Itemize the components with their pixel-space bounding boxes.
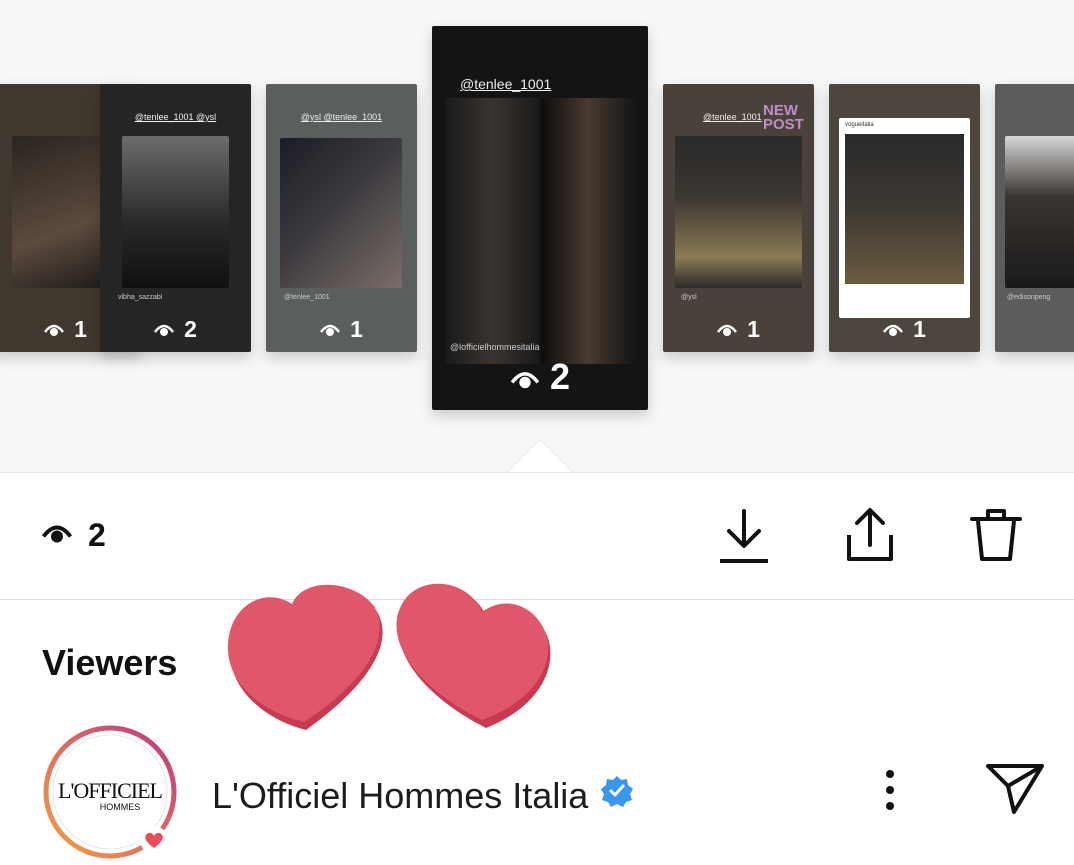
eye-icon xyxy=(154,317,175,344)
story-view-count: 2 xyxy=(432,356,648,400)
eye-icon xyxy=(510,358,540,400)
heart-reaction-icon xyxy=(140,826,168,859)
story-image xyxy=(122,136,229,288)
story-caption: @tenlee_1001 @ysl xyxy=(134,112,217,122)
more-vertical-icon xyxy=(880,770,900,816)
share-icon xyxy=(843,505,897,570)
send-icon xyxy=(984,764,1046,820)
story-credit: @lofficielhommesitalia xyxy=(450,342,540,352)
avatar[interactable]: L'OFFICIEL HOMMES xyxy=(40,722,180,862)
trash-icon xyxy=(968,505,1024,570)
story-view-count: 1 xyxy=(829,316,980,344)
carousel-pointer xyxy=(508,440,572,472)
eye-icon xyxy=(41,517,88,554)
eye-icon xyxy=(44,317,65,344)
verified-badge-icon xyxy=(600,774,634,817)
eye-icon xyxy=(883,317,904,344)
story-credit: vibha_sazzabi xyxy=(118,294,163,301)
avatar-logo-text: L'OFFICIEL xyxy=(58,778,163,803)
story-thumbnail[interactable]: @ysl @tenlee_1001 @tenlee_1001 1 xyxy=(266,84,417,352)
viewers-heading: Viewers xyxy=(42,642,178,683)
view-count[interactable]: 2 xyxy=(41,517,106,554)
eye-icon xyxy=(320,317,341,344)
more-options-button[interactable] xyxy=(880,768,900,817)
story-thumbnail[interactable]: @tenlee_1001 @ysl vibha_sazzabi 2 xyxy=(100,84,251,352)
avatar-logo-subtext: HOMMES xyxy=(99,802,141,812)
download-icon xyxy=(717,505,771,570)
story-credit: @tenlee_1001 xyxy=(284,294,330,301)
delete-button[interactable] xyxy=(968,507,1024,567)
story-view-count: 1 xyxy=(663,316,814,344)
story-thumbnail-active[interactable]: @tenlee_1001 @lofficielhommesitalia 2 xyxy=(432,26,648,410)
story-credit: @ysl xyxy=(681,294,697,301)
story-thumbnail[interactable]: vogueitalia 1 xyxy=(829,84,980,352)
view-count-value: 2 xyxy=(88,517,106,553)
post-card-account: vogueitalia xyxy=(845,122,874,128)
story-image xyxy=(445,98,635,364)
story-caption: @tenlee_1001 xyxy=(703,112,762,122)
story-caption: @tenlee_1001 xyxy=(460,76,552,92)
viewer-name-label: L'Officiel Hommes Italia xyxy=(212,774,589,816)
story-image xyxy=(675,136,802,288)
story-carousel: 1 @tenlee_1001 @ysl vibha_sazzabi 2 @ysl… xyxy=(0,0,1074,472)
story-image xyxy=(1005,136,1074,288)
send-message-button[interactable] xyxy=(984,760,1046,821)
story-image xyxy=(280,138,402,288)
story-post-card: vogueitalia xyxy=(839,118,970,318)
new-post-badge: NEW POST xyxy=(763,102,804,133)
share-button[interactable] xyxy=(842,507,898,567)
story-view-count: 1 xyxy=(266,316,417,344)
story-caption: @ysl @tenlee_1001 xyxy=(300,112,383,122)
eye-icon xyxy=(717,317,738,344)
viewer-list-item[interactable]: L'OFFICIEL HOMMES L'Officiel Hommes Ital… xyxy=(0,714,1074,865)
download-button[interactable] xyxy=(716,507,772,567)
story-view-count: 2 xyxy=(100,316,251,344)
story-credit: @edisonpeng xyxy=(1007,294,1051,301)
story-thumbnail[interactable]: @tenlee_1001 NEW POST @ysl 1 xyxy=(663,84,814,352)
viewer-name[interactable]: L'Officiel Hommes Italia xyxy=(212,774,634,817)
story-thumbnail[interactable]: @edisonpeng xyxy=(995,84,1074,352)
